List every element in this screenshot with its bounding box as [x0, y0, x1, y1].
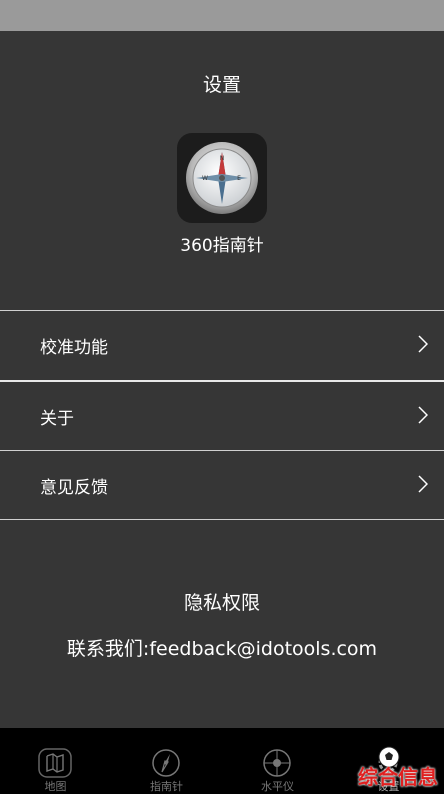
tab-map[interactable]: 地图 — [0, 728, 111, 794]
tab-level[interactable]: 水平仪 — [222, 728, 333, 794]
watermark: 综合信息 — [358, 765, 438, 789]
menu-item-label: 意见反馈 — [40, 478, 108, 498]
map-icon — [38, 748, 72, 778]
tab-label: 水平仪 — [261, 780, 294, 793]
svg-text:W: W — [202, 175, 208, 182]
tab-label: 指南针 — [150, 780, 183, 793]
chevron-right-icon — [418, 335, 428, 353]
level-icon — [263, 749, 291, 777]
menu-item-about[interactable]: 关于 — [0, 380, 444, 448]
svg-text:E: E — [237, 175, 241, 182]
menu-item-label: 关于 — [40, 409, 74, 429]
menu-item-label: 校准功能 — [40, 338, 108, 358]
app-name: 360指南针 — [180, 236, 264, 256]
menu-item-calibration[interactable]: 校准功能 — [0, 310, 444, 378]
compass-icon: N W E — [186, 142, 258, 214]
privacy-link[interactable]: 隐私权限 — [0, 588, 444, 615]
app-icon: N W E — [177, 133, 267, 223]
tab-compass[interactable]: 指南针 — [111, 728, 222, 794]
chevron-right-icon — [418, 475, 428, 493]
tab-label: 地图 — [44, 780, 67, 793]
svg-text:N: N — [220, 155, 225, 162]
compass-icon — [152, 749, 180, 777]
status-bar — [0, 0, 444, 31]
contact-email[interactable]: 联系我们:feedback@idotools.com — [0, 634, 444, 661]
menu-item-feedback[interactable]: 意见反馈 — [0, 450, 444, 520]
tab-bar: 地图 指南针 水平仪 设置 综合信息 — [0, 728, 444, 794]
page-title: 设置 — [202, 74, 241, 96]
chevron-right-icon — [418, 406, 428, 424]
